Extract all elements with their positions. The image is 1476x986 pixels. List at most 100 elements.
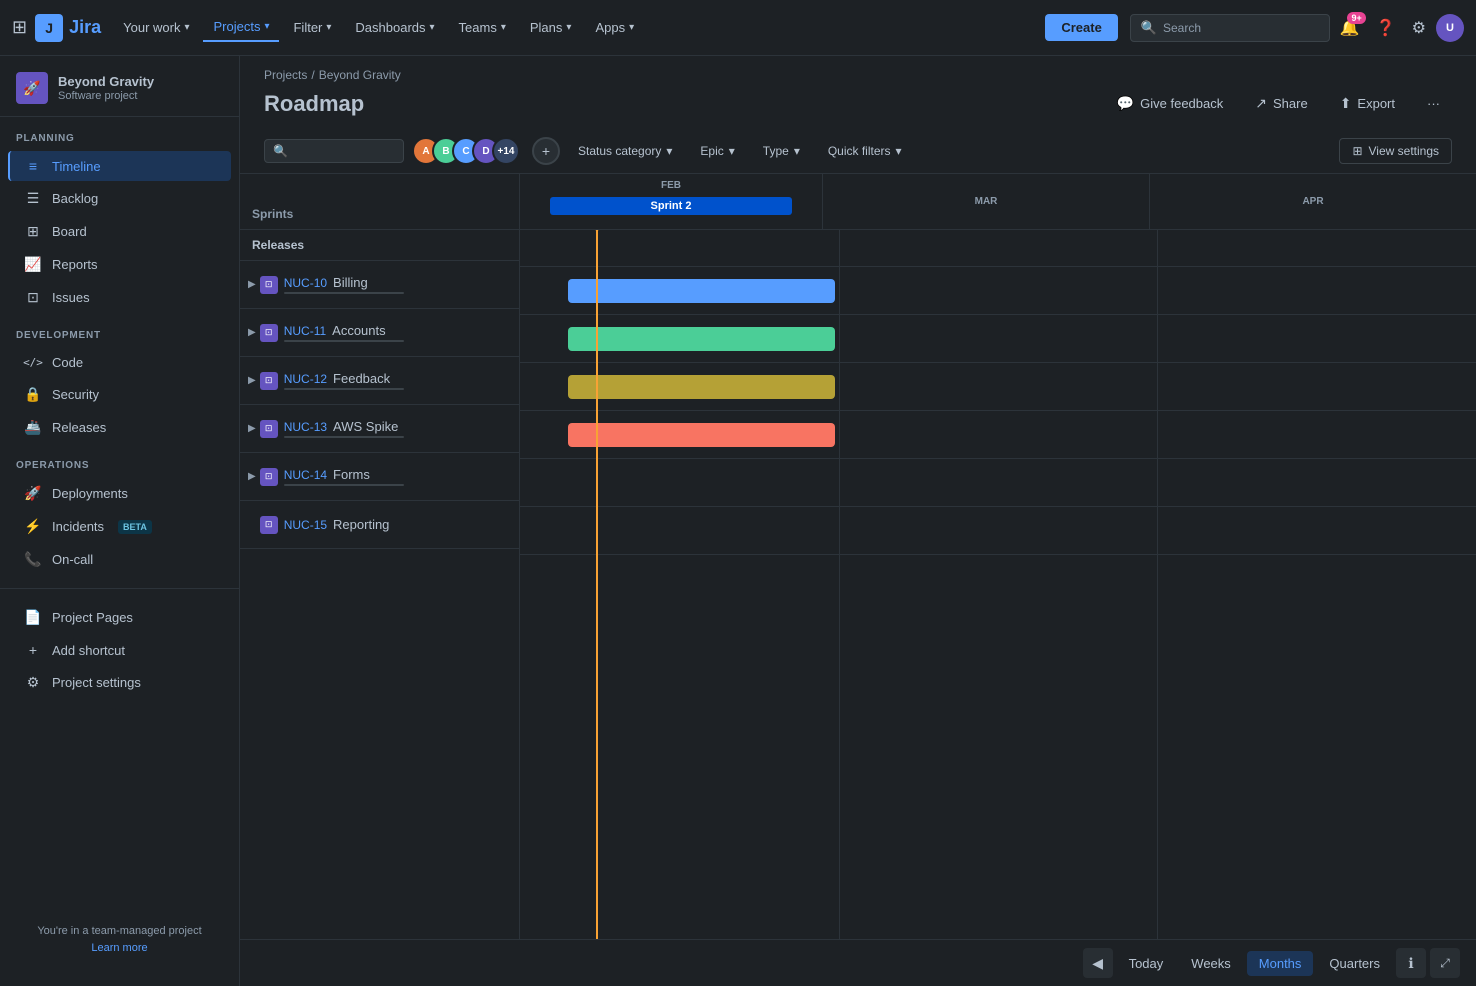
- nav-apps[interactable]: Apps ▾: [585, 14, 644, 41]
- info-button[interactable]: ℹ: [1396, 948, 1426, 978]
- view-settings-icon: ⊞: [1352, 144, 1362, 158]
- user-avatar[interactable]: U: [1436, 14, 1464, 42]
- nav-filter[interactable]: Filter ▾: [283, 14, 341, 41]
- nav-plans[interactable]: Plans ▾: [520, 14, 582, 41]
- today-button[interactable]: Today: [1117, 951, 1176, 976]
- avatar-count[interactable]: +14: [492, 137, 520, 165]
- row-id-nuc12: NUC-12: [284, 372, 327, 386]
- jira-logo-icon: J: [35, 14, 63, 42]
- back-nav-button[interactable]: ◀: [1083, 948, 1113, 978]
- sidebar-item-releases[interactable]: 🚢 Releases: [8, 412, 231, 443]
- sidebar-item-code[interactable]: </> Code: [8, 348, 231, 377]
- more-options-button[interactable]: ···: [1415, 91, 1452, 116]
- quick-filters-filter[interactable]: Quick filters ▾: [818, 139, 912, 163]
- sidebar-item-reports[interactable]: 📈 Reports: [8, 249, 231, 280]
- search-bar[interactable]: 🔍 Search: [1130, 14, 1330, 42]
- header-actions: 💬 Give feedback ↗ Share ⬆ Export ···: [1105, 90, 1452, 117]
- gantt-left-panel: Sprints Releases ▶ ⊡ NUC-10Billing: [240, 174, 520, 939]
- epic-filter[interactable]: Epic ▾: [690, 139, 744, 163]
- gantt-row-nuc10[interactable]: ▶ ⊡ NUC-10Billing: [240, 261, 519, 309]
- sidebar-item-timeline[interactable]: ≡ Timeline: [8, 151, 231, 181]
- create-button[interactable]: Create: [1045, 14, 1117, 41]
- sidebar-item-backlog[interactable]: ☰ Backlog: [8, 183, 231, 214]
- timeline-icon: ≡: [24, 158, 42, 174]
- development-section-label: DEVELOPMENT: [0, 314, 239, 347]
- row-title-nuc13: AWS Spike: [333, 419, 398, 434]
- gantt-row-nuc14[interactable]: ▶ ⊡ NUC-14Forms: [240, 453, 519, 501]
- section-header-spacer: [520, 230, 1476, 267]
- deployments-icon: 🚀: [24, 485, 42, 502]
- share-button[interactable]: ↗ Share: [1243, 90, 1319, 117]
- row-underline-nuc11: [284, 340, 404, 342]
- weeks-button[interactable]: Weeks: [1179, 951, 1243, 976]
- learn-more-link[interactable]: Learn more: [91, 942, 147, 954]
- gantt-row-nuc12[interactable]: ▶ ⊡ NUC-12Feedback: [240, 357, 519, 405]
- nav-teams[interactable]: Teams ▾: [449, 14, 516, 41]
- expand-icon[interactable]: ▶: [248, 279, 256, 290]
- sidebar-item-project-pages[interactable]: 📄 Project Pages: [8, 602, 231, 633]
- help-button[interactable]: ❓: [1370, 12, 1402, 44]
- sidebar-item-board[interactable]: ⊞ Board: [8, 216, 231, 247]
- sidebar-item-project-settings[interactable]: ⚙ Project settings: [8, 667, 231, 698]
- month-label-mar: MAR: [975, 196, 998, 207]
- breadcrumb-beyond-gravity[interactable]: Beyond Gravity: [319, 68, 401, 82]
- quarters-button[interactable]: Quarters: [1317, 951, 1392, 976]
- sidebar-item-label: Incidents: [52, 519, 104, 534]
- row-title-nuc10: Billing: [333, 275, 368, 290]
- months-button[interactable]: Months: [1247, 951, 1314, 976]
- share-icon: ↗: [1255, 95, 1267, 112]
- expand-icon[interactable]: ▶: [248, 423, 256, 434]
- add-shortcut-icon: +: [24, 642, 42, 658]
- status-category-filter[interactable]: Status category ▾: [568, 139, 682, 163]
- search-placeholder: Search: [1163, 21, 1201, 35]
- search-icon: 🔍: [1141, 20, 1157, 36]
- give-feedback-button[interactable]: 💬 Give feedback: [1105, 90, 1236, 117]
- sidebar-item-label: Issues: [52, 290, 90, 305]
- sidebar-divider: [0, 588, 239, 589]
- gantt-row-nuc13[interactable]: ▶ ⊡ NUC-13AWS Spike: [240, 405, 519, 453]
- toolbar-search[interactable]: 🔍: [264, 139, 404, 163]
- export-button[interactable]: ⬆ Export: [1328, 90, 1407, 117]
- breadcrumb: Projects / Beyond Gravity: [240, 56, 1476, 86]
- expand-icon[interactable]: ▶: [248, 375, 256, 386]
- settings-icon: ⚙: [24, 674, 42, 691]
- nav-your-work[interactable]: Your work ▾: [113, 14, 199, 41]
- nav-dashboards[interactable]: Dashboards ▾: [345, 14, 444, 41]
- grid-icon[interactable]: ⊞: [12, 17, 27, 38]
- sidebar-item-incidents[interactable]: ⚡ Incidents BETA: [8, 511, 231, 542]
- sidebar-project[interactable]: 🚀 Beyond Gravity Software project: [0, 56, 239, 117]
- nav-projects[interactable]: Projects ▾: [203, 13, 279, 42]
- gantt-sprints-label: Sprints: [252, 207, 293, 221]
- app-body: 🚀 Beyond Gravity Software project PLANNI…: [0, 56, 1476, 986]
- col-divider-1: [839, 230, 840, 939]
- type-filter[interactable]: Type ▾: [753, 139, 810, 163]
- row-icon-nuc15: ⊡: [260, 516, 278, 534]
- sidebar-item-add-shortcut[interactable]: + Add shortcut: [8, 635, 231, 665]
- fullscreen-button[interactable]: ⤢: [1430, 948, 1460, 978]
- gantt-row-nuc15[interactable]: ▶ ⊡ NUC-15Reporting: [240, 501, 519, 549]
- row-id-nuc15: NUC-15: [284, 518, 327, 532]
- sidebar-item-issues[interactable]: ⊡ Issues: [8, 282, 231, 313]
- settings-button[interactable]: ⚙: [1406, 12, 1432, 44]
- row-title-nuc12: Feedback: [333, 371, 390, 386]
- expand-icon[interactable]: ▶: [248, 471, 256, 482]
- view-settings-button[interactable]: ⊞ View settings: [1339, 138, 1452, 164]
- today-marker: [591, 230, 603, 232]
- bottom-bar: ◀ Today Weeks Months Quarters ℹ ⤢: [240, 939, 1476, 986]
- expand-icon[interactable]: ▶: [248, 327, 256, 338]
- notifications-button[interactable]: 🔔 9+: [1334, 12, 1366, 44]
- add-user-button[interactable]: +: [532, 137, 560, 165]
- jira-logo[interactable]: J Jira: [35, 14, 101, 42]
- sidebar-item-deployments[interactable]: 🚀 Deployments: [8, 478, 231, 509]
- sidebar-item-security[interactable]: 🔒 Security: [8, 379, 231, 410]
- gantt-chart-body: [520, 230, 1476, 939]
- gantt-left-body: Releases ▶ ⊡ NUC-10Billing ▶ ⊡: [240, 230, 519, 549]
- sidebar-item-oncall[interactable]: 📞 On-call: [8, 544, 231, 575]
- gantt-month-feb: FEB Sprint 2: [520, 174, 823, 229]
- planning-section-label: PLANNING: [0, 117, 239, 150]
- gantt-bar-row-nuc13: [520, 411, 1476, 459]
- gantt-row-nuc11[interactable]: ▶ ⊡ NUC-11Accounts: [240, 309, 519, 357]
- breadcrumb-projects[interactable]: Projects: [264, 68, 307, 82]
- search-input[interactable]: [294, 144, 395, 158]
- row-id-nuc13: NUC-13: [284, 420, 327, 434]
